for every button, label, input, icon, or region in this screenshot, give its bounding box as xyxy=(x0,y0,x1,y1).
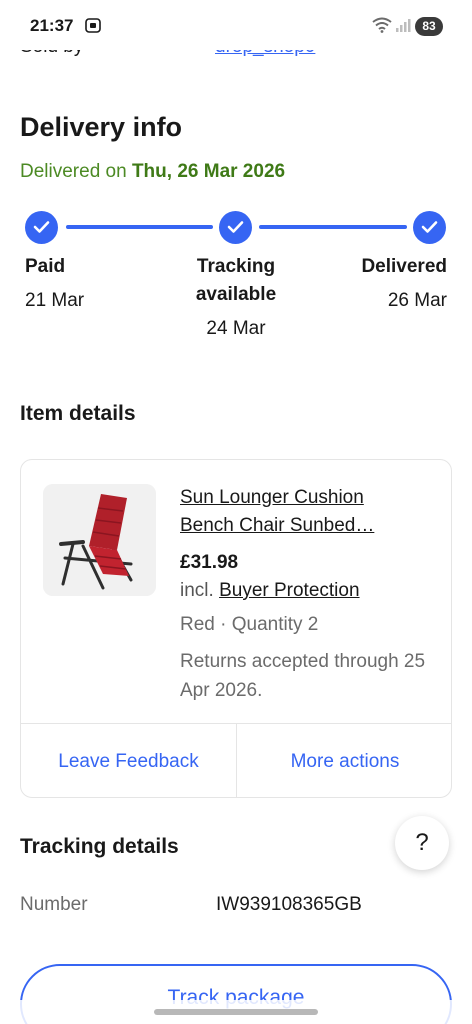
help-button[interactable]: ? xyxy=(395,816,449,870)
status-bar: 21:37 83 xyxy=(0,0,472,50)
signal-icon xyxy=(396,19,411,32)
battery-indicator: 83 xyxy=(415,17,443,36)
buyer-protection-link[interactable]: Buyer Protection xyxy=(219,580,359,601)
progress-line-2 xyxy=(259,225,407,229)
tracking-number-label: Number xyxy=(20,894,88,915)
step-tracking-check-icon xyxy=(219,211,252,244)
delivered-prefix: Delivered on xyxy=(20,161,132,182)
step-tracking-date: 24 Mar xyxy=(206,318,266,339)
delivery-info-title: Delivery info xyxy=(20,112,183,142)
delivered-status: Delivered on Thu, 26 Mar 2026 xyxy=(20,161,285,183)
leave-feedback-button[interactable]: Leave Feedback xyxy=(21,724,237,797)
tracking-number-value: IW939108365GB xyxy=(216,894,362,915)
step-tracking-label-line2: available xyxy=(195,284,277,305)
item-title-link[interactable]: Sun Lounger Cushion Bench Chair Sunbed… xyxy=(180,484,420,540)
wifi-icon xyxy=(372,17,392,33)
item-thumbnail[interactable] xyxy=(43,484,156,596)
step-paid-date: 21 Mar xyxy=(25,290,85,311)
screen-record-icon xyxy=(85,18,101,33)
delivered-date: Thu, 26 Mar 2026 xyxy=(131,161,286,182)
item-details-title: Item details xyxy=(20,402,136,425)
buyer-protection-line: incl. Buyer Protection xyxy=(180,580,360,602)
tracking-details-title: Tracking details xyxy=(20,835,179,858)
sun-lounger-image xyxy=(43,484,156,596)
step-tracking-label-line1: Tracking xyxy=(196,256,276,277)
delivery-progress-tracker xyxy=(0,208,472,248)
item-card: Sun Lounger Cushion Bench Chair Sunbed… … xyxy=(20,459,452,798)
progress-line-1 xyxy=(66,225,213,229)
home-indicator[interactable] xyxy=(154,1009,318,1015)
step-delivered-date: 26 Mar xyxy=(387,290,447,311)
more-actions-button[interactable]: More actions xyxy=(237,724,451,797)
protection-prefix: incl. xyxy=(180,580,220,601)
item-title-line2: Bench Chair Sunbed… xyxy=(180,515,375,536)
step-delivered-label: Delivered xyxy=(361,256,447,277)
item-title-line1: Sun Lounger Cushion xyxy=(180,487,364,508)
item-returns: Returns accepted through 25 Apr 2026. xyxy=(180,651,426,701)
status-time: 21:37 xyxy=(30,16,74,35)
item-price: £31.98 xyxy=(180,552,239,573)
step-paid-label: Paid xyxy=(25,256,66,277)
step-paid-check-icon xyxy=(25,211,58,244)
step-tracking-label: Tracking available xyxy=(176,253,296,309)
step-delivered-check-icon xyxy=(413,211,446,244)
item-variant: Red · Quantity 2 xyxy=(180,614,319,635)
item-card-actions: Leave Feedback More actions xyxy=(21,723,451,797)
